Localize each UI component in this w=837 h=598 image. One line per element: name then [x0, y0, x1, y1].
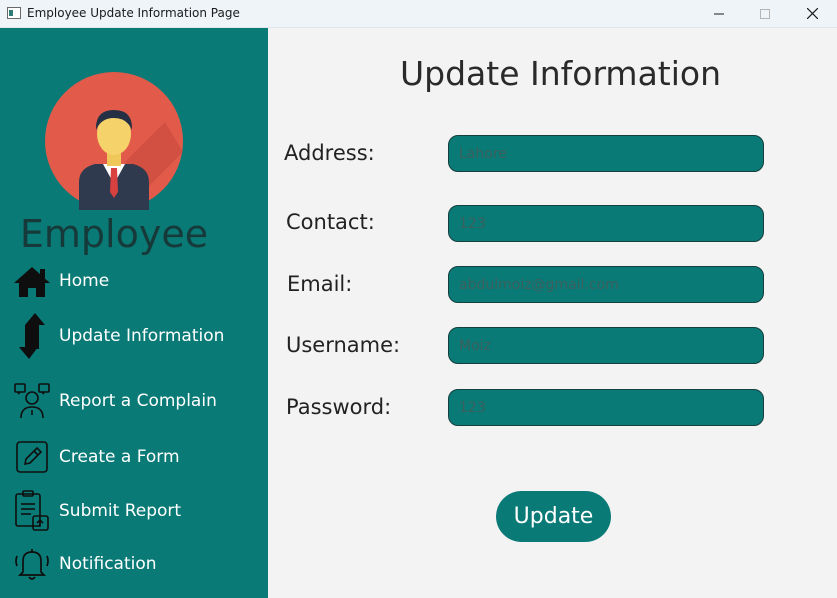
main-content: Update Information Address: Contact: Ema… — [268, 28, 837, 598]
minimize-icon — [714, 13, 724, 14]
email-field[interactable] — [448, 266, 764, 303]
sidebar-item-create-a-form[interactable]: Create a Form — [10, 434, 260, 480]
update-arrows-icon — [10, 310, 54, 362]
contact-label: Contact: — [286, 210, 375, 234]
address-field[interactable] — [448, 135, 764, 172]
sidebar-item-label: Report a Complain — [59, 391, 217, 411]
role-label: Employee — [19, 212, 209, 256]
sidebar-item-label: Create a Form — [59, 447, 180, 467]
username-label: Username: — [286, 333, 401, 357]
email-label: Email: — [287, 272, 353, 296]
sidebar-item-label: Submit Report — [59, 501, 182, 521]
password-field[interactable] — [448, 389, 764, 426]
minimize-button[interactable] — [696, 0, 742, 27]
sidebar-item-report-a-complain[interactable]: Report a Complain — [10, 378, 260, 424]
page-title: Update Information — [399, 54, 722, 93]
bell-icon — [10, 541, 54, 587]
username-field[interactable] — [448, 327, 764, 364]
window-titlebar: Employee Update Information Page — [0, 0, 837, 28]
sidebar-item-submit-report[interactable]: Submit Report — [10, 488, 260, 534]
sidebar-item-home[interactable]: Home — [10, 259, 260, 305]
complaint-person-icon — [10, 378, 54, 424]
window-title: Employee Update Information Page — [27, 6, 240, 20]
form-pencil-icon — [10, 434, 54, 480]
sidebar-item-label: Notification — [59, 554, 157, 574]
password-label: Password: — [286, 395, 392, 419]
home-icon — [10, 259, 54, 305]
businessman-avatar-icon — [45, 72, 183, 210]
update-button[interactable]: Update — [496, 491, 611, 542]
close-icon — [806, 8, 818, 19]
sidebar-item-label: Home — [59, 271, 110, 291]
close-button[interactable] — [789, 0, 835, 27]
sidebar-item-notification[interactable]: Notification — [10, 541, 260, 587]
maximize-button[interactable] — [742, 0, 788, 27]
address-label: Address: — [284, 141, 375, 165]
report-document-icon — [10, 488, 54, 534]
contact-field[interactable] — [448, 205, 764, 242]
sidebar-item-update-information[interactable]: Update Information — [10, 310, 260, 362]
sidebar-item-label: Update Information — [59, 326, 225, 346]
app-window-icon — [7, 7, 21, 19]
sidebar: Employee Home Update Information Report … — [0, 28, 268, 598]
maximize-icon — [760, 8, 770, 19]
